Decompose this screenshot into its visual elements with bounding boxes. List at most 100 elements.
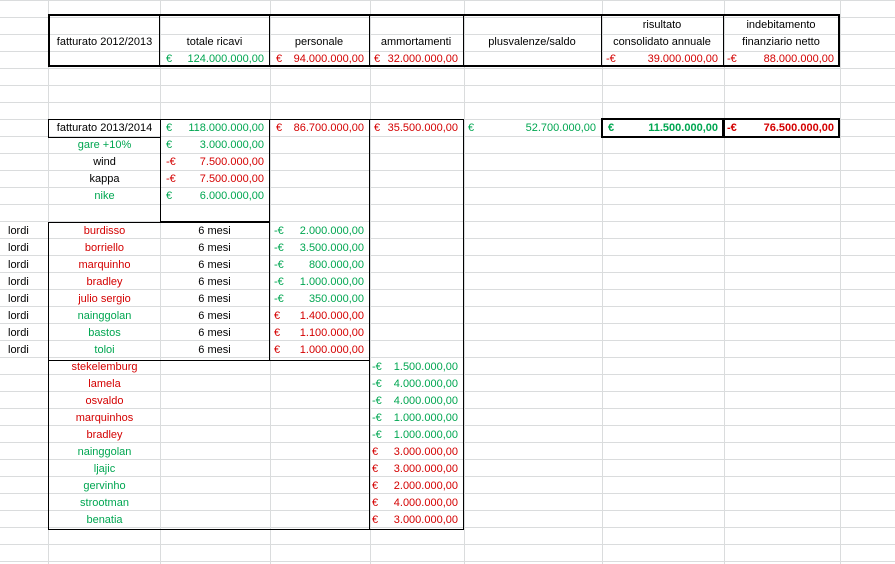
ammortamento-symbol[interactable]: € bbox=[372, 444, 388, 460]
totale-2012-symbol[interactable]: € bbox=[166, 51, 180, 67]
contract-months[interactable]: 6 mesi bbox=[161, 257, 268, 273]
ammortamento-symbol[interactable]: -€ bbox=[372, 359, 388, 375]
indebitamento-2012-value[interactable]: 88.000.000,00 bbox=[743, 51, 834, 67]
ammortamento-player-name[interactable]: stekelemburg bbox=[49, 359, 160, 375]
player-name[interactable]: marquinho bbox=[49, 257, 160, 273]
lordi-label[interactable]: lordi bbox=[8, 342, 46, 358]
ammortamento-value[interactable]: 4.000.000,00 bbox=[388, 393, 458, 409]
header-risultato-2[interactable]: consolidato annuale bbox=[602, 34, 722, 50]
lordi-label[interactable]: lordi bbox=[8, 291, 46, 307]
ammortamento-value[interactable]: 3.000.000,00 bbox=[388, 461, 458, 477]
header-plusvalenze[interactable]: plusvalenze/saldo bbox=[464, 34, 600, 50]
ammortamento-value[interactable]: 3.000.000,00 bbox=[388, 512, 458, 528]
contract-months[interactable]: 6 mesi bbox=[161, 325, 268, 341]
plusvalenze-2013-symbol[interactable]: € bbox=[468, 120, 482, 136]
indebitamento-2012-symbol[interactable]: -€ bbox=[727, 51, 743, 67]
fatturato-2013-label[interactable]: fatturato 2013/2014 bbox=[49, 120, 160, 136]
player-name[interactable]: bastos bbox=[49, 325, 160, 341]
ammortamento-symbol[interactable]: -€ bbox=[372, 410, 388, 426]
personale-symbol[interactable]: € bbox=[274, 342, 290, 358]
personale-2013-value[interactable]: 86.700.000,00 bbox=[290, 120, 364, 136]
ricavi-value[interactable]: 7.500.000,00 bbox=[180, 154, 264, 170]
ammortamenti-2012-value[interactable]: 32.000.000,00 bbox=[386, 51, 458, 67]
ammortamento-value[interactable]: 4.000.000,00 bbox=[388, 376, 458, 392]
ricavi-symbol[interactable]: € bbox=[166, 137, 180, 153]
personale-symbol[interactable]: € bbox=[274, 308, 290, 324]
ricavi-label[interactable]: kappa bbox=[49, 171, 160, 187]
ricavi-value[interactable]: 7.500.000,00 bbox=[180, 171, 264, 187]
ricavi-label[interactable]: wind bbox=[49, 154, 160, 170]
personale-value[interactable]: 1.000.000,00 bbox=[290, 274, 364, 290]
risultato-2013-value[interactable]: 11.500.000,00 bbox=[622, 120, 718, 136]
header-personale[interactable]: personale bbox=[270, 34, 368, 50]
lordi-label[interactable]: lordi bbox=[8, 325, 46, 341]
ammortamento-symbol[interactable]: -€ bbox=[372, 393, 388, 409]
lordi-label[interactable]: lordi bbox=[8, 308, 46, 324]
ammortamento-symbol[interactable]: -€ bbox=[372, 376, 388, 392]
personale-symbol[interactable]: -€ bbox=[274, 257, 290, 273]
ammortamento-symbol[interactable]: € bbox=[372, 478, 388, 494]
contract-months[interactable]: 6 mesi bbox=[161, 223, 268, 239]
header-indebitamento-1[interactable]: indebitamento bbox=[724, 17, 838, 33]
ricavi-symbol[interactable]: € bbox=[166, 188, 180, 204]
player-name[interactable]: borriello bbox=[49, 240, 160, 256]
ammortamenti-2013-value[interactable]: 35.500.000,00 bbox=[386, 120, 458, 136]
ammortamento-player-name[interactable]: ljajic bbox=[49, 461, 160, 477]
personale-symbol[interactable]: € bbox=[274, 325, 290, 341]
lordi-label[interactable]: lordi bbox=[8, 274, 46, 290]
personale-2012-symbol[interactable]: € bbox=[276, 51, 290, 67]
personale-value[interactable]: 800.000,00 bbox=[290, 257, 364, 273]
ricavi-symbol[interactable]: -€ bbox=[166, 154, 180, 170]
indebitamento-2013-value[interactable]: 76.500.000,00 bbox=[743, 120, 834, 136]
personale-symbol[interactable]: -€ bbox=[274, 223, 290, 239]
personale-2012-value[interactable]: 94.000.000,00 bbox=[290, 51, 364, 67]
player-name[interactable]: toloi bbox=[49, 342, 160, 358]
contract-months[interactable]: 6 mesi bbox=[161, 274, 268, 290]
personale-symbol[interactable]: -€ bbox=[274, 240, 290, 256]
ricavi-label[interactable]: gare +10% bbox=[49, 137, 160, 153]
ammortamento-value[interactable]: 1.000.000,00 bbox=[388, 427, 458, 443]
header-ammortamenti[interactable]: ammortamenti bbox=[370, 34, 462, 50]
ricavi-label[interactable]: nike bbox=[49, 188, 160, 204]
player-name[interactable]: bradley bbox=[49, 274, 160, 290]
personale-2013-symbol[interactable]: € bbox=[276, 120, 290, 136]
player-name[interactable]: burdisso bbox=[49, 223, 160, 239]
ammortamento-player-name[interactable]: benatia bbox=[49, 512, 160, 528]
ammortamento-value[interactable]: 1.500.000,00 bbox=[388, 359, 458, 375]
personale-value[interactable]: 2.000.000,00 bbox=[290, 223, 364, 239]
ammortamento-symbol[interactable]: € bbox=[372, 512, 388, 528]
ammortamento-value[interactable]: 3.000.000,00 bbox=[388, 444, 458, 460]
plusvalenze-2013-value[interactable]: 52.700.000,00 bbox=[482, 120, 596, 136]
personale-value[interactable]: 3.500.000,00 bbox=[290, 240, 364, 256]
totale-2012-value[interactable]: 124.000.000,00 bbox=[180, 51, 264, 67]
ammortamento-player-name[interactable]: gervinho bbox=[49, 478, 160, 494]
ammortamento-symbol[interactable]: € bbox=[372, 461, 388, 477]
indebitamento-2013-symbol[interactable]: -€ bbox=[727, 120, 743, 136]
contract-months[interactable]: 6 mesi bbox=[161, 308, 268, 324]
lordi-label[interactable]: lordi bbox=[8, 257, 46, 273]
ammortamento-player-name[interactable]: osvaldo bbox=[49, 393, 160, 409]
personale-value[interactable]: 350.000,00 bbox=[290, 291, 364, 307]
ammortamento-player-name[interactable]: nainggolan bbox=[49, 444, 160, 460]
totale-2013-value[interactable]: 118.000.000,00 bbox=[180, 120, 264, 136]
header-risultato-1[interactable]: risultato bbox=[602, 17, 722, 33]
personale-symbol[interactable]: -€ bbox=[274, 291, 290, 307]
header-fatturato-2012[interactable]: fatturato 2012/2013 bbox=[49, 34, 160, 50]
risultato-2012-symbol[interactable]: -€ bbox=[606, 51, 622, 67]
ricavi-value[interactable]: 3.000.000,00 bbox=[180, 137, 264, 153]
personale-value[interactable]: 1.100.000,00 bbox=[290, 325, 364, 341]
header-indebitamento-2[interactable]: finanziario netto bbox=[724, 34, 838, 50]
ammortamento-value[interactable]: 2.000.000,00 bbox=[388, 478, 458, 494]
player-name[interactable]: nainggolan bbox=[49, 308, 160, 324]
ammortamento-value[interactable]: 4.000.000,00 bbox=[388, 495, 458, 511]
ammortamento-value[interactable]: 1.000.000,00 bbox=[388, 410, 458, 426]
ammortamento-player-name[interactable]: lamela bbox=[49, 376, 160, 392]
ammortamento-player-name[interactable]: bradley bbox=[49, 427, 160, 443]
lordi-label[interactable]: lordi bbox=[8, 240, 46, 256]
personale-value[interactable]: 1.000.000,00 bbox=[290, 342, 364, 358]
personale-value[interactable]: 1.400.000,00 bbox=[290, 308, 364, 324]
player-name[interactable]: julio sergio bbox=[49, 291, 160, 307]
ammortamento-player-name[interactable]: strootman bbox=[49, 495, 160, 511]
ricavi-value[interactable]: 6.000.000,00 bbox=[180, 188, 264, 204]
risultato-2013-symbol[interactable]: € bbox=[608, 120, 622, 136]
